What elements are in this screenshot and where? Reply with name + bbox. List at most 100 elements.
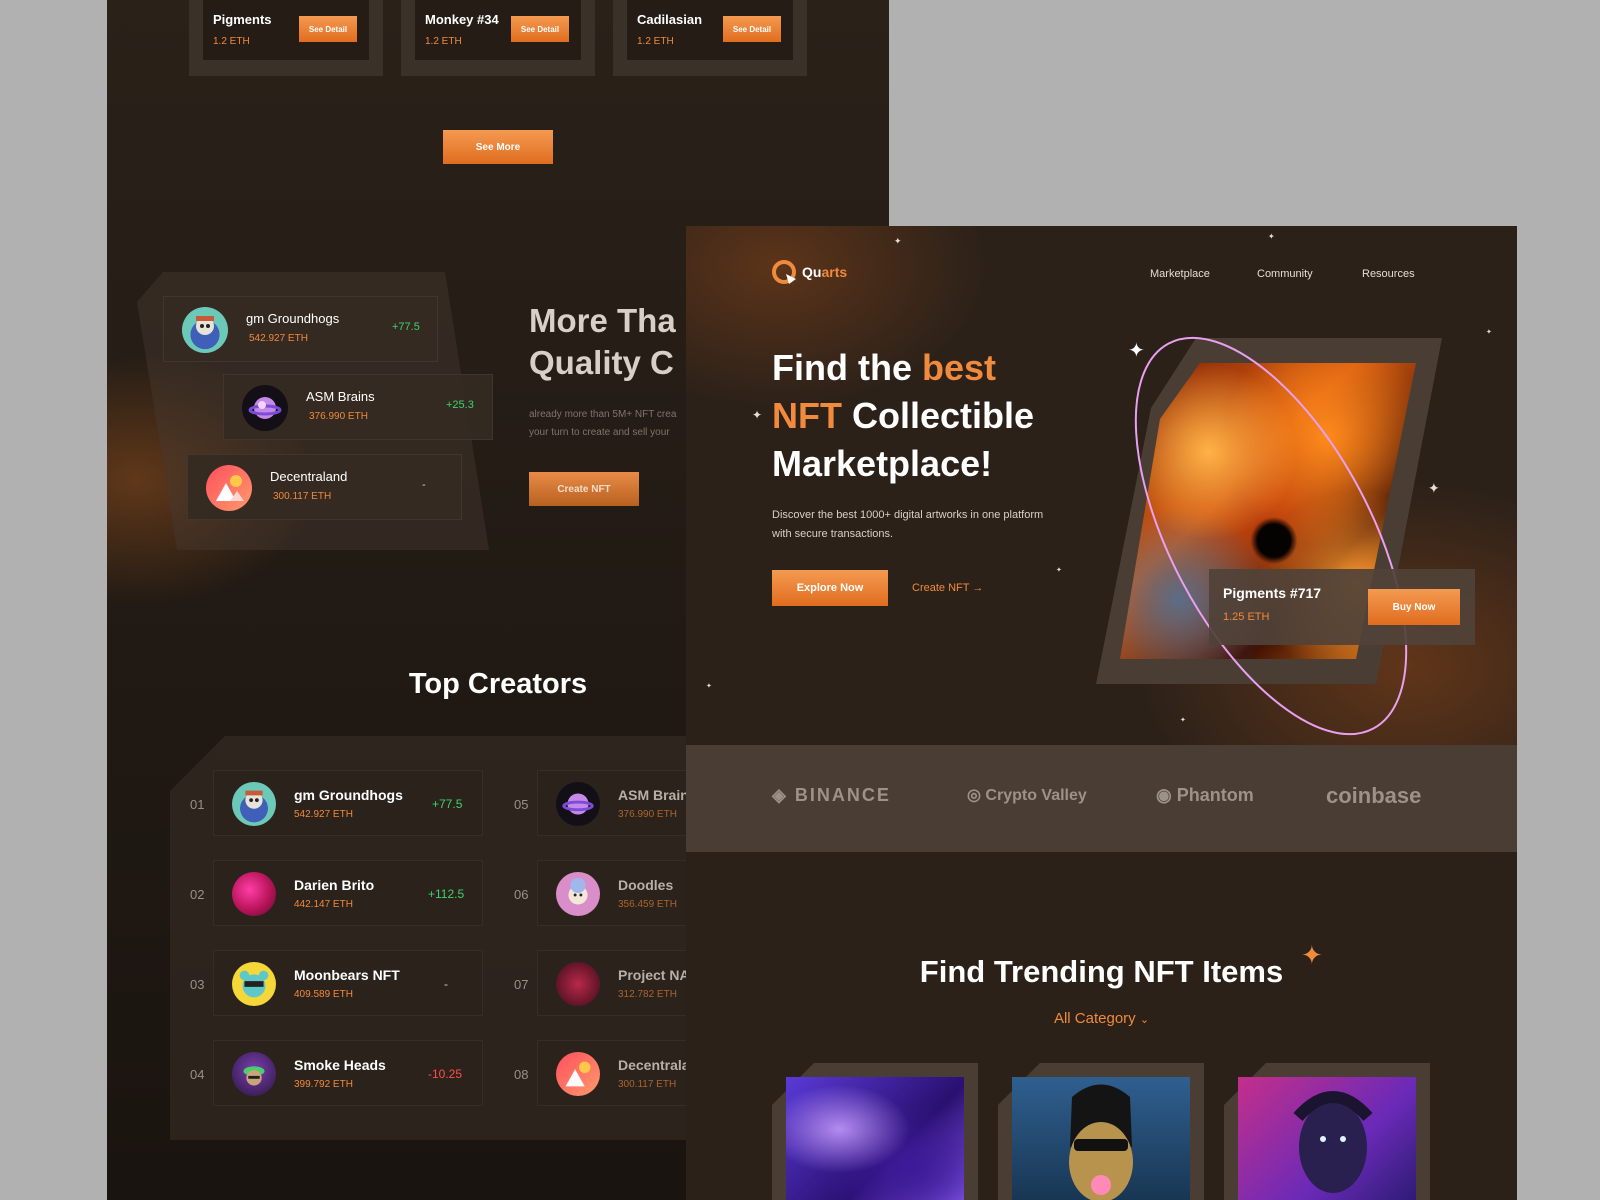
buy-now-button[interactable]: Buy Now bbox=[1368, 589, 1460, 625]
avatar bbox=[556, 782, 600, 826]
creator-delta: +112.5 bbox=[428, 887, 465, 901]
creator-row[interactable]: Smoke Heads 399.792 ETH -10.25 bbox=[213, 1040, 483, 1106]
nav-marketplace[interactable]: Marketplace bbox=[1150, 268, 1210, 280]
creator-delta: - bbox=[444, 977, 448, 991]
collection-eth: 542.927 ETH bbox=[249, 333, 308, 344]
avatar bbox=[556, 872, 600, 916]
nav-resources[interactable]: Resources bbox=[1362, 268, 1415, 280]
collection-delta: - bbox=[422, 479, 426, 491]
trending-nft-image[interactable] bbox=[786, 1077, 964, 1200]
creator-name: ASM Brain bbox=[618, 787, 689, 803]
creator-name: Project NA bbox=[618, 967, 690, 983]
chevron-down-icon: ⌄ bbox=[1139, 1014, 1150, 1026]
see-detail-button[interactable]: See Detail bbox=[723, 16, 781, 42]
collection-delta: +25.3 bbox=[446, 399, 474, 411]
creator-rank: 07 bbox=[514, 977, 529, 992]
sparkle-icon: ✦ bbox=[1486, 329, 1492, 336]
trending-title: Find Trending NFT Items bbox=[919, 954, 1284, 989]
avatar bbox=[182, 307, 228, 353]
featured-nft-price: 1.25 ETH bbox=[1223, 611, 1270, 623]
create-nft-link[interactable]: Create NFT → bbox=[912, 582, 983, 594]
nft-card-name: Pigments bbox=[213, 12, 272, 27]
creator-row[interactable]: Darien Brito 442.147 ETH +112.5 bbox=[213, 860, 483, 926]
creator-rank: 02 bbox=[190, 887, 205, 902]
collection-eth: 300.117 ETH bbox=[273, 491, 332, 502]
creator-delta: +77.5 bbox=[432, 797, 463, 811]
sparkle-icon: ✦ bbox=[894, 236, 902, 246]
nft-card-name: Monkey #34 bbox=[425, 12, 499, 27]
nft-card: Pigments 1.2 ETH See Detail bbox=[189, 0, 383, 76]
planet-icon bbox=[562, 793, 594, 815]
hero-title: Find the best NFT Collectible Marketplac… bbox=[772, 347, 1035, 484]
doodle-icon bbox=[568, 877, 588, 905]
nft-card: Cadilasian 1.2 ETH See Detail bbox=[613, 0, 807, 76]
avatar bbox=[556, 962, 600, 1006]
creator-name: Moonbears NFT bbox=[294, 967, 400, 983]
nft-card-price: 1.2 ETH bbox=[637, 36, 674, 47]
creator-rank: 05 bbox=[514, 797, 529, 812]
nav-community[interactable]: Community bbox=[1257, 268, 1313, 280]
creator-eth: 399.792 ETH bbox=[294, 1079, 353, 1090]
see-more-button[interactable]: See More bbox=[443, 130, 553, 164]
creator-rank: 01 bbox=[190, 797, 205, 812]
crypto-valley-icon: ◎ bbox=[967, 787, 981, 804]
phantom-icon: ◉ bbox=[1156, 785, 1172, 805]
binance-icon: ◈ bbox=[772, 785, 788, 805]
featured-nft-card: Pigments #717 1.25 ETH Buy Now bbox=[1209, 569, 1475, 645]
partner-logos-strip: ◈ BINANCE ◎ Crypto Valley ◉ Phantom coin… bbox=[686, 745, 1517, 852]
brand-crypto-valley: ◎ Crypto Valley bbox=[967, 787, 1087, 804]
sparkle-icon: ✦ bbox=[1268, 232, 1275, 241]
creator-eth: 542.927 ETH bbox=[294, 809, 353, 820]
collection-name: ASM Brains bbox=[306, 389, 375, 404]
nft-card-price: 1.2 ETH bbox=[425, 36, 462, 47]
planet-icon bbox=[248, 397, 282, 419]
nft-card-price: 1.2 ETH bbox=[213, 36, 250, 47]
creator-eth: 300.117 ETH bbox=[618, 1079, 677, 1090]
create-nft-button[interactable]: Create NFT bbox=[529, 472, 639, 506]
sparkle-icon: ✦ bbox=[1128, 340, 1145, 362]
bear-icon bbox=[239, 970, 269, 998]
avatar bbox=[206, 465, 252, 511]
creator-row[interactable]: Moonbears NFT 409.589 ETH - bbox=[213, 950, 483, 1016]
creator-name: gm Groundhogs bbox=[294, 787, 403, 803]
creator-eth: 442.147 ETH bbox=[294, 899, 353, 910]
creator-eth: 409.589 ETH bbox=[294, 989, 353, 1000]
arrow-right-icon: → bbox=[972, 582, 984, 594]
section-title: More Tha Quality C bbox=[529, 302, 676, 381]
nft-card-name: Cadilasian bbox=[637, 12, 703, 27]
collection-eth: 376.990 ETH bbox=[309, 411, 368, 422]
brand-phantom: ◉ Phantom bbox=[1156, 785, 1254, 805]
creator-name: Darien Brito bbox=[294, 877, 375, 893]
creator-eth: 376.990 ETH bbox=[618, 809, 677, 820]
decentraland-icon bbox=[216, 475, 244, 501]
category-dropdown[interactable]: All Category ⌄ bbox=[686, 1010, 1517, 1027]
decentraland-icon bbox=[565, 1061, 591, 1087]
trending-nft-image[interactable] bbox=[1012, 1077, 1190, 1200]
avatar bbox=[232, 872, 276, 916]
brand-coinbase: coinbase bbox=[1326, 783, 1422, 808]
smoke-head-icon bbox=[243, 1066, 265, 1086]
collection-name: Decentraland bbox=[270, 469, 348, 484]
creator-name: Doodles bbox=[618, 877, 674, 893]
see-detail-button[interactable]: See Detail bbox=[511, 16, 569, 42]
logo-text[interactable]: Quarts bbox=[802, 264, 847, 280]
see-detail-button[interactable]: See Detail bbox=[299, 16, 357, 42]
creator-name: Smoke Heads bbox=[294, 1057, 386, 1073]
featured-nft-name: Pigments #717 bbox=[1223, 585, 1322, 601]
section-description: already more than 5M+ NFT crea your turn… bbox=[529, 409, 677, 438]
creator-name: Decentrala bbox=[618, 1057, 690, 1073]
collection-card[interactable]: gm Groundhogs 542.927 ETH +77.5 bbox=[163, 296, 438, 362]
sparkle-icon: ✦ bbox=[706, 683, 712, 690]
collection-card[interactable]: Decentraland 300.117 ETH - bbox=[187, 454, 462, 520]
creator-row[interactable]: gm Groundhogs 542.927 ETH +77.5 bbox=[213, 770, 483, 836]
groundhog-icon bbox=[196, 316, 214, 335]
explore-now-button[interactable]: Explore Now bbox=[772, 570, 888, 606]
sparkle-icon: ✦ bbox=[1056, 567, 1062, 574]
avatar bbox=[242, 385, 288, 431]
trending-nft-image[interactable] bbox=[1238, 1077, 1416, 1200]
sparkle-icon: ✦ bbox=[1301, 940, 1323, 970]
creator-eth: 356.459 ETH bbox=[618, 899, 677, 910]
creator-delta: -10.25 bbox=[428, 1067, 463, 1081]
collection-card[interactable]: ASM Brains 376.990 ETH +25.3 bbox=[223, 374, 493, 440]
avatar bbox=[232, 782, 276, 826]
